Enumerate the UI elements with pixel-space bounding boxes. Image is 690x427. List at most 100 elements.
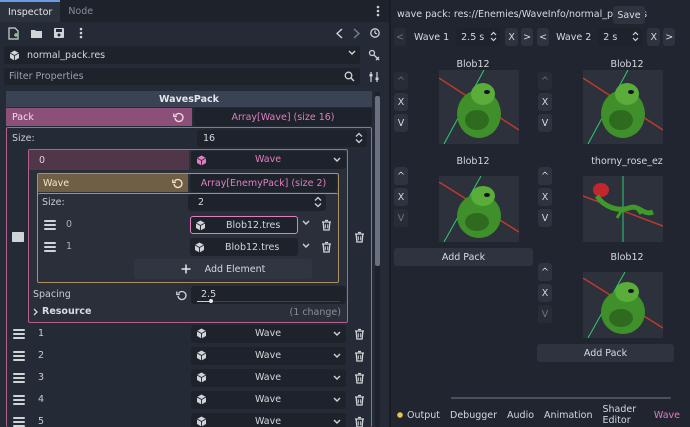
chevron-down-icon[interactable] xyxy=(302,220,310,226)
filter-properties-input[interactable]: Filter Properties xyxy=(4,68,360,85)
drag-handle-icon[interactable] xyxy=(12,232,24,243)
wave-2-prev-button[interactable]: < xyxy=(537,28,550,46)
remove-pack-button[interactable]: X xyxy=(538,93,552,111)
wave-resource-picker[interactable]: Wave xyxy=(191,369,346,387)
tab-audio[interactable]: Audio xyxy=(507,410,534,421)
drag-handle-icon[interactable] xyxy=(44,242,56,252)
revert-icon[interactable] xyxy=(171,177,183,189)
delete-icon[interactable] xyxy=(352,327,366,341)
move-down-button[interactable]: V xyxy=(394,114,408,132)
chevron-down-icon[interactable] xyxy=(333,375,341,381)
wave-1-remove-button[interactable]: X xyxy=(505,28,519,46)
remove-pack-button[interactable]: X xyxy=(538,284,552,302)
enemy-pack-resource-picker[interactable]: Blob12.tres xyxy=(190,216,298,234)
delete-icon[interactable] xyxy=(352,371,366,385)
resource-path-selector[interactable]: normal_pack.res xyxy=(4,46,360,64)
spacing-slider[interactable]: 2.5 xyxy=(191,286,346,304)
chevron-down-icon[interactable] xyxy=(333,331,341,337)
delete-icon[interactable] xyxy=(352,393,366,407)
resource-group-toggle[interactable]: Resource xyxy=(31,306,91,317)
remove-pack-button[interactable]: X xyxy=(394,188,408,206)
move-down-button[interactable]: V xyxy=(538,114,552,132)
move-up-button[interactable]: ^ xyxy=(538,263,552,281)
inner-size-spinbox[interactable]: 2 xyxy=(188,194,326,211)
delete-item-0-icon[interactable] xyxy=(352,230,366,244)
pack-array-button[interactable]: Array[Wave] (size 16) xyxy=(194,108,372,126)
wave-resource-picker[interactable]: Wave xyxy=(191,391,346,409)
move-down-button[interactable]: V xyxy=(394,209,408,227)
revert-icon[interactable] xyxy=(172,111,184,123)
save-button[interactable]: Save xyxy=(613,6,645,24)
pack-size-spinbox[interactable]: 16 xyxy=(197,130,367,147)
tab-wave[interactable]: Wave xyxy=(654,410,680,421)
delete-icon[interactable] xyxy=(319,218,333,232)
spin-arrows-icon[interactable] xyxy=(490,31,497,42)
drag-handle-icon[interactable] xyxy=(13,373,25,383)
remove-pack-button[interactable]: X xyxy=(394,93,408,111)
section-header-wavespack[interactable]: WavesPack xyxy=(6,91,372,107)
spin-arrows-icon[interactable] xyxy=(632,31,639,42)
horizontal-scrollbar[interactable] xyxy=(451,397,671,399)
move-up-button[interactable]: ^ xyxy=(394,72,408,90)
wave-resource-picker[interactable]: Wave xyxy=(191,413,346,427)
tab-inspector[interactable]: Inspector xyxy=(0,0,61,22)
wave-array-button[interactable]: Array[EnemyPack] (size 2) xyxy=(190,174,337,192)
move-down-button[interactable]: V xyxy=(538,209,552,227)
history-icon[interactable] xyxy=(368,26,382,40)
history-back-icon[interactable] xyxy=(333,26,345,40)
move-up-button[interactable]: ^ xyxy=(394,167,408,185)
open-folder-icon[interactable] xyxy=(29,26,43,40)
wave-2-time-spinbox[interactable]: 2 s xyxy=(598,28,643,46)
wave-2-remove-button[interactable]: X xyxy=(647,28,661,46)
wave-2-next-button[interactable]: > xyxy=(663,28,676,46)
spin-arrows-icon[interactable] xyxy=(355,132,363,144)
filter-options-icon[interactable] xyxy=(367,70,381,84)
enemy-thumbnail[interactable] xyxy=(583,272,663,338)
chevron-down-icon[interactable] xyxy=(333,353,341,359)
tab-output[interactable]: Output xyxy=(407,410,440,421)
enemy-thumbnail[interactable] xyxy=(583,176,663,242)
tab-debugger[interactable]: Debugger xyxy=(450,410,497,421)
drag-handle-icon[interactable] xyxy=(13,329,25,339)
wave-resource-picker[interactable]: Wave xyxy=(191,151,346,169)
revert-icon[interactable] xyxy=(175,289,187,301)
enemy-thumbnail[interactable] xyxy=(439,176,519,242)
move-up-button[interactable]: ^ xyxy=(538,167,552,185)
chevron-down-icon[interactable] xyxy=(333,157,341,163)
inspector-menu-icon[interactable] xyxy=(371,4,385,18)
add-pack-button[interactable]: Add Pack xyxy=(537,344,674,362)
enemy-thumbnail[interactable] xyxy=(439,70,519,144)
add-pack-button[interactable]: Add Pack xyxy=(394,248,533,266)
wave-resource-picker[interactable]: Wave xyxy=(191,325,346,343)
chevron-down-icon[interactable] xyxy=(333,419,341,425)
remove-pack-button[interactable]: X xyxy=(538,188,552,206)
drag-handle-icon[interactable] xyxy=(13,395,25,405)
delete-icon[interactable] xyxy=(319,240,333,254)
delete-icon[interactable] xyxy=(352,415,366,427)
wave-1-time-spinbox[interactable]: 2.5 s xyxy=(456,28,501,46)
enemy-pack-resource-picker[interactable]: Blob12.tres xyxy=(190,238,298,256)
tab-shader-editor[interactable]: Shader Editor xyxy=(602,404,643,426)
chevron-down-icon[interactable] xyxy=(333,397,341,403)
wave-resource-picker[interactable]: Wave xyxy=(191,347,346,365)
tools-menu-icon[interactable] xyxy=(74,26,88,40)
drag-handle-icon[interactable] xyxy=(44,220,56,230)
new-resource-icon[interactable] xyxy=(6,26,20,40)
inspector-scroll-thumb[interactable] xyxy=(375,96,380,266)
wave-1-next-button[interactable]: > xyxy=(521,28,534,46)
object-properties-icon[interactable] xyxy=(367,48,381,62)
chevron-down-icon[interactable] xyxy=(302,243,310,249)
move-up-button[interactable]: ^ xyxy=(538,72,552,90)
delete-icon[interactable] xyxy=(352,349,366,363)
tab-animation[interactable]: Animation xyxy=(544,410,592,421)
wave-1-prev-button[interactable]: < xyxy=(394,28,406,46)
drag-handle-icon[interactable] xyxy=(13,351,25,361)
add-element-button[interactable]: Add Element xyxy=(134,259,312,279)
spin-arrows-icon[interactable] xyxy=(314,196,322,208)
history-forward-icon[interactable] xyxy=(350,26,362,40)
enemy-thumbnail[interactable] xyxy=(583,70,663,144)
save-icon[interactable] xyxy=(52,26,66,40)
tab-node[interactable]: Node xyxy=(60,0,101,22)
drag-handle-icon[interactable] xyxy=(13,417,25,427)
move-down-button[interactable]: V xyxy=(538,305,552,323)
